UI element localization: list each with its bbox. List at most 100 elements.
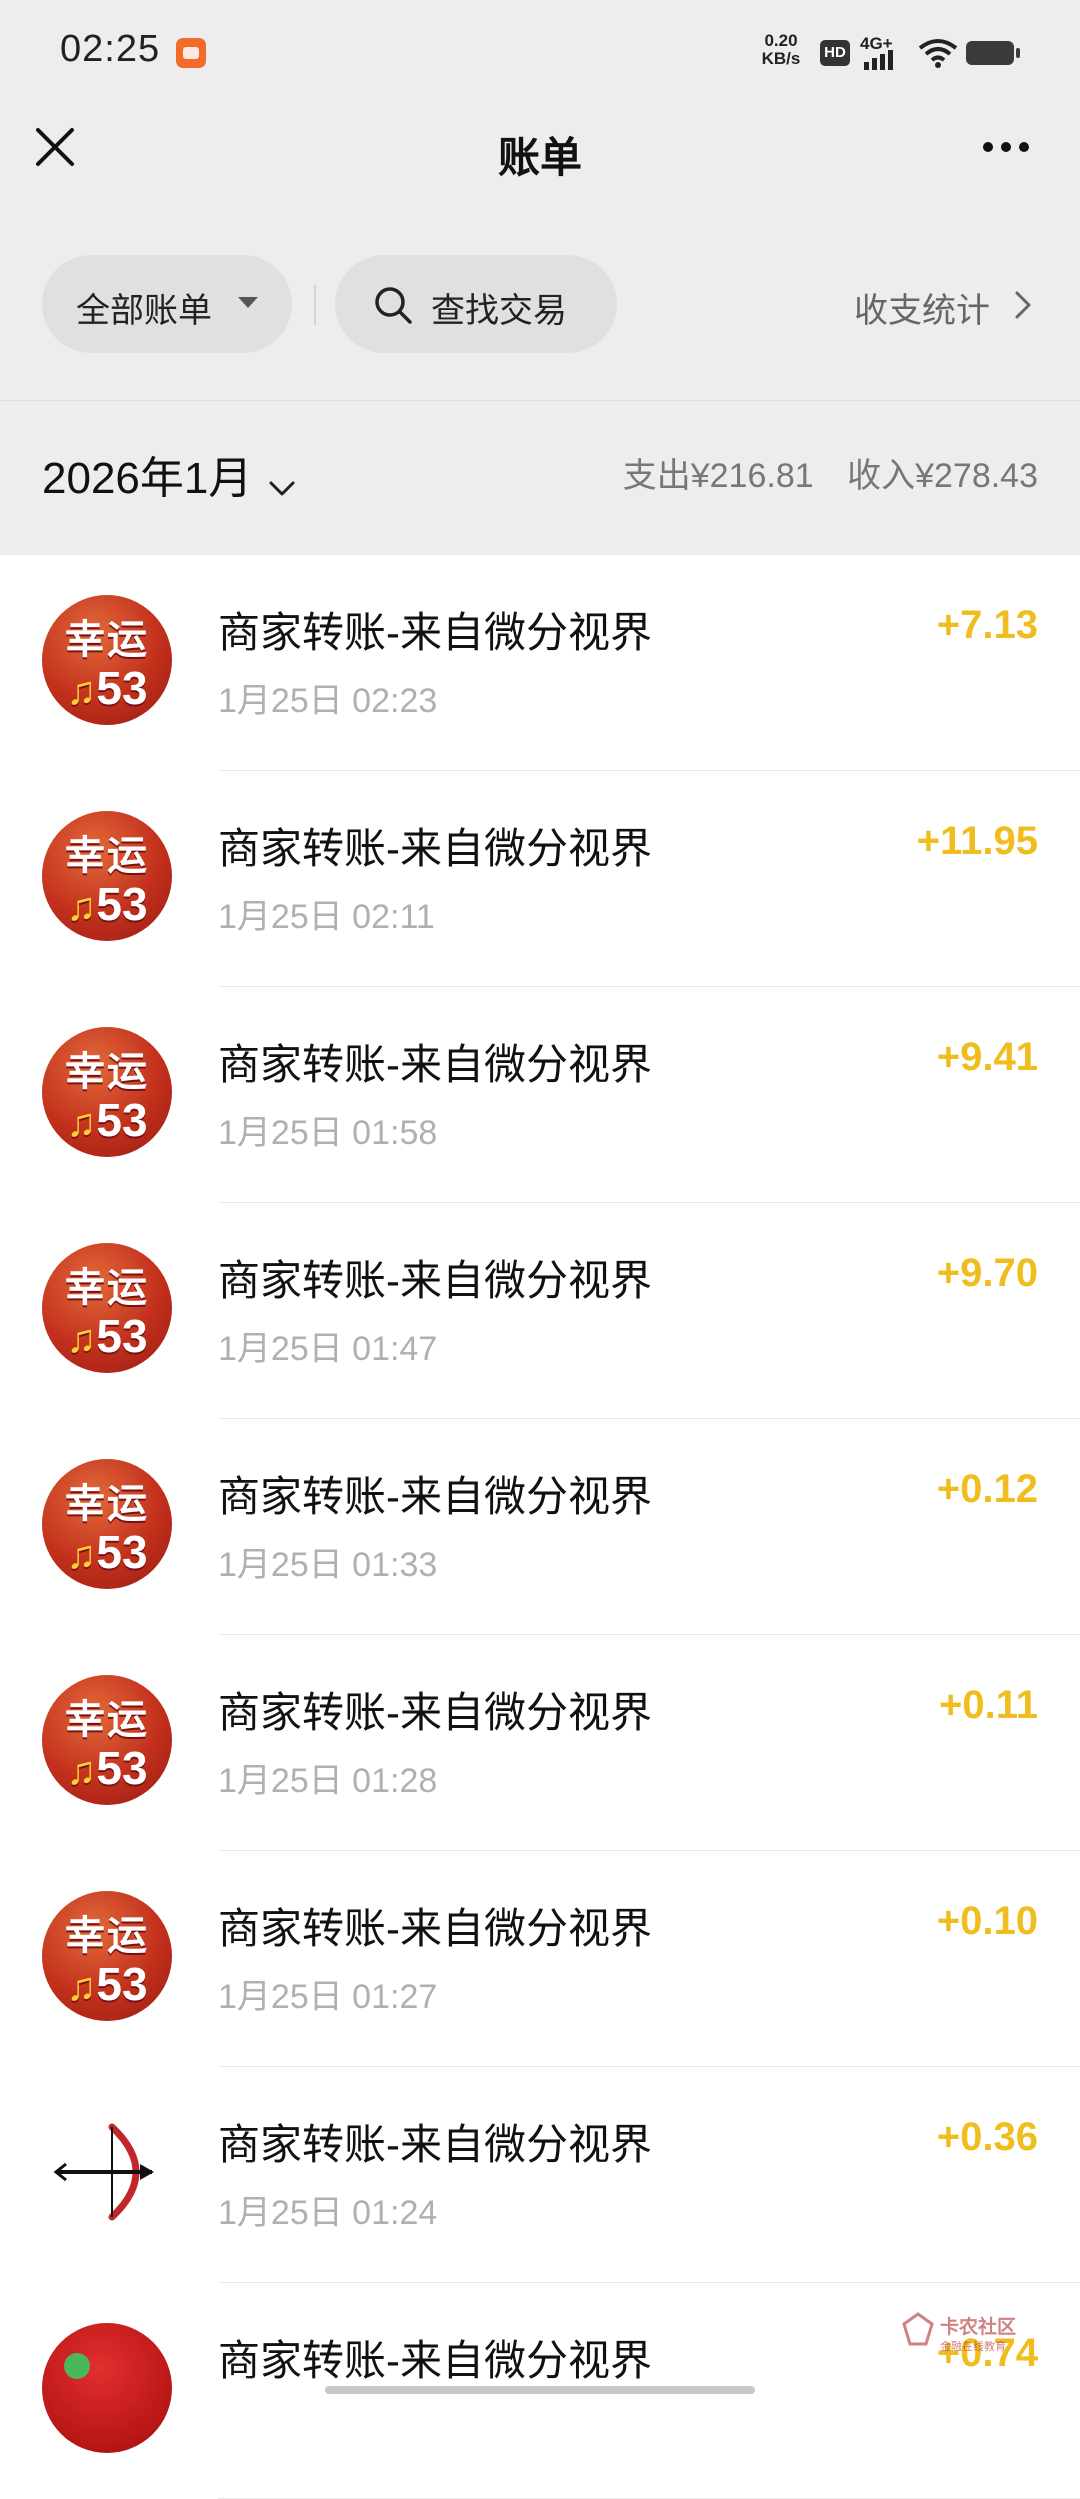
merchant-avatar: 幸运 ♫53	[42, 1243, 172, 1373]
merchant-avatar	[42, 2323, 172, 2453]
transaction-time: 1月25日 01:28	[218, 1762, 438, 1800]
transaction-row[interactable]: 幸运 ♫53 商家转账-来自微分视界 1月25日 01:27 +0.10	[0, 1851, 1080, 2067]
merchant-avatar: 幸运 ♫53	[42, 595, 172, 725]
network-speed-unit: KB/s	[761, 49, 801, 68]
avatar-text-bottom: ♫53	[42, 661, 172, 715]
music-note-icon: ♫	[66, 669, 97, 713]
avatar-number: 53	[96, 662, 148, 714]
transaction-row[interactable]: 幸运 ♫53 商家转账-来自微分视界 1月25日 01:58 +9.41	[0, 987, 1080, 1203]
transaction-time: 1月25日 01:33	[218, 1546, 438, 1584]
merchant-avatar: 幸运 ♫53	[42, 1675, 172, 1805]
avatar-text-bottom: ♫53	[42, 1741, 172, 1795]
wifi-icon	[918, 39, 958, 68]
avatar-number: 53	[96, 1310, 148, 1362]
transaction-amount: +0.10	[936, 1899, 1038, 1943]
music-note-icon: ♫	[66, 1317, 97, 1361]
transaction-amount: +0.11	[938, 1683, 1038, 1727]
avatar-number: 53	[96, 1742, 148, 1794]
search-transactions-button[interactable]: 查找交易	[335, 255, 617, 353]
network-speed-value: 0.20	[764, 31, 798, 50]
transaction-amount: +7.13	[936, 603, 1038, 647]
avatar-text-top: 幸运	[65, 834, 149, 878]
avatar-number: 53	[96, 1526, 148, 1578]
avatar-number: 53	[96, 878, 148, 930]
merchant-avatar: 幸运 ♫53	[42, 1891, 172, 2021]
transaction-amount: +0.12	[936, 1467, 1038, 1511]
income-total: 收入¥278.43	[847, 457, 1038, 495]
transaction-row[interactable]: 幸运 ♫53 商家转账-来自微分视界 1月25日 01:47 +9.70	[0, 1203, 1080, 1419]
avatar-text-top: 幸运	[65, 1482, 149, 1526]
bow-arrow-avatar	[42, 2107, 172, 2237]
all-bills-label: 全部账单	[76, 292, 212, 330]
transaction-time: 1月25日 01:24	[218, 2194, 438, 2232]
battery-icon	[966, 41, 1020, 65]
expense-total: 支出¥216.81	[622, 457, 814, 495]
merchant-avatar: 幸运 ♫53	[42, 1459, 172, 1589]
all-bills-filter-button[interactable]: 全部账单	[42, 255, 292, 353]
transaction-title: 商家转账-来自微分视界	[218, 825, 652, 872]
transaction-row[interactable]: 幸运 ♫53 商家转账-来自微分视界 1月25日 01:33 +0.12	[0, 1419, 1080, 1635]
nav-bar: 账单	[0, 100, 1080, 200]
transaction-row[interactable]: 商家转账-来自微分视界 1月25日 01:24 +0.36	[0, 2067, 1080, 2283]
watermark-subtext: 金融在线教育	[940, 2341, 1006, 2353]
transaction-row[interactable]: 幸运 ♫53 商家转账-来自微分视界 1月25日 02:11 +11.95	[0, 771, 1080, 987]
transaction-title: 商家转账-来自微分视界	[218, 609, 652, 656]
avatar-text-bottom: ♫53	[42, 877, 172, 931]
avatar-text-top: 幸运	[65, 1050, 149, 1094]
avatar-text-bottom: ♫53	[42, 1093, 172, 1147]
transaction-title: 商家转账-来自微分视界	[218, 2337, 652, 2384]
music-note-icon: ♫	[66, 1101, 97, 1145]
avatar-number: 53	[96, 1094, 148, 1146]
avatar-text-bottom: ♫53	[42, 1957, 172, 2011]
avatar-text-top: 幸运	[65, 1698, 149, 1742]
filter-row: 全部账单 查找交易 收支统计	[0, 255, 1080, 355]
watermark-text: 卡农社区	[940, 2317, 1017, 2338]
transaction-title: 商家转账-来自微分视界	[218, 1041, 652, 1088]
month-summary: 支出¥216.81 收入¥278.43	[599, 448, 1038, 497]
transaction-amount: +9.70	[936, 1251, 1038, 1295]
chevron-down-icon	[269, 481, 295, 496]
month-picker[interactable]: 2026年1月	[42, 442, 297, 506]
watermark-logo-icon	[902, 2312, 934, 2346]
music-note-icon: ♫	[66, 1533, 97, 1577]
search-icon	[375, 287, 412, 324]
status-time: 02:25	[60, 28, 161, 70]
transaction-amount: +11.95	[916, 819, 1038, 863]
watermark: 卡农社区 金融在线教育	[900, 2310, 1040, 2360]
search-label: 查找交易	[431, 292, 567, 330]
transaction-title: 商家转账-来自微分视界	[218, 1473, 652, 1520]
merchant-avatar: 幸运 ♫53	[42, 811, 172, 941]
transaction-row[interactable]: 幸运 ♫53 商家转账-来自微分视界 1月25日 02:23 +7.13	[0, 555, 1080, 771]
transaction-title: 商家转账-来自微分视界	[218, 1689, 652, 1736]
month-summary-row: 2026年1月 支出¥216.81 收入¥278.43	[0, 400, 1080, 555]
transaction-title: 商家转账-来自微分视界	[218, 1905, 652, 1952]
transaction-list: 幸运 ♫53 商家转账-来自微分视界 1月25日 02:23 +7.13 幸运 ♫53 商家转…	[0, 555, 1080, 2499]
page-title: 账单	[497, 134, 582, 181]
transaction-time: 1月25日 01:27	[218, 1978, 438, 2016]
transaction-amount: +0.36	[936, 2115, 1038, 2159]
transaction-time: 1月25日 02:23	[218, 682, 438, 720]
chevron-right-icon[interactable]	[1012, 287, 1034, 323]
music-note-icon: ♫	[66, 1965, 97, 2009]
avatar-text-bottom: ♫53	[42, 1525, 172, 1579]
home-indicator[interactable]	[325, 2386, 755, 2394]
avatar-text-top: 幸运	[65, 1266, 149, 1310]
income-expense-stats-link[interactable]: 收支统计	[854, 283, 990, 332]
transaction-amount: +9.41	[936, 1035, 1038, 1079]
caret-down-icon	[238, 297, 258, 308]
network-type-label: 4G+	[860, 34, 893, 53]
avatar-number: 53	[96, 1958, 148, 2010]
signal-icon: 4G+	[860, 34, 906, 72]
music-note-icon: ♫	[66, 885, 97, 929]
header-area: 02:25 0.20 KB/s HD 4G+ 账单 全部账单 查找交易 收支统计…	[0, 0, 1080, 555]
month-label: 2026年1月	[42, 454, 253, 503]
transaction-title: 商家转账-来自微分视界	[218, 1257, 652, 1304]
app-notification-icon	[176, 38, 206, 68]
more-icon[interactable]	[976, 122, 1036, 172]
avatar-text-bottom: ♫53	[42, 1309, 172, 1363]
bow-arrow-icon	[53, 2123, 154, 2221]
transaction-title: 商家转账-来自微分视界	[218, 2121, 652, 2168]
transaction-time: 1月25日 02:11	[218, 898, 435, 936]
merchant-avatar: 幸运 ♫53	[42, 1027, 172, 1157]
transaction-row[interactable]: 幸运 ♫53 商家转账-来自微分视界 1月25日 01:28 +0.11	[0, 1635, 1080, 1851]
